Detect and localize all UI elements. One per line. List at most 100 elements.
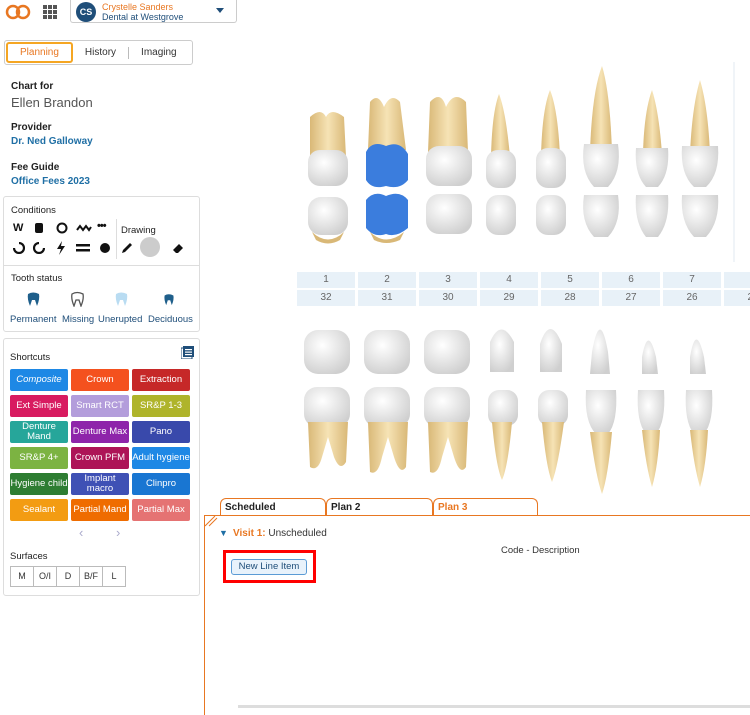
tooth-status-deciduous[interactable]: Deciduous	[148, 314, 193, 325]
shortcut-crown-pfm[interactable]: Crown PFM	[71, 447, 129, 469]
shortcut-smart-rct[interactable]: Smart RCT	[71, 395, 129, 417]
shortcut-denture-mand[interactable]: Denture Mand	[10, 421, 68, 443]
new-line-item-button[interactable]: New Line Item	[231, 559, 307, 575]
tooth-number-31[interactable]: 31	[358, 290, 416, 306]
tooth-4[interactable]	[486, 94, 516, 235]
apps-grid-icon[interactable]	[43, 5, 57, 19]
shortcut-adult-hygiene[interactable]: Adult hygiene	[132, 447, 190, 469]
shortcut-sr-p-4-[interactable]: SR&P 4+	[10, 447, 68, 469]
tooth-2[interactable]	[366, 98, 408, 243]
double-line-icon[interactable]	[76, 244, 90, 252]
tooth-27[interactable]	[585, 329, 617, 495]
tooth-number-30[interactable]: 30	[419, 290, 477, 306]
tooth-31[interactable]	[364, 330, 410, 473]
rotate-cw-icon[interactable]	[33, 242, 45, 254]
tooth-number-25[interactable]: 25	[724, 290, 750, 306]
shortcut-sr-p-1-3[interactable]: SR&P 1-3	[132, 395, 190, 417]
tooth-7[interactable]	[635, 90, 669, 237]
user-switcher[interactable]: CS Crystelle Sanders Dental at Westgrove	[70, 0, 237, 23]
tooth-number-32[interactable]: 32	[297, 290, 355, 306]
list-icon[interactable]	[181, 346, 194, 359]
tab-history[interactable]: History	[73, 41, 128, 64]
shortcut-denture-max[interactable]: Denture Max	[71, 421, 129, 443]
tab-planning[interactable]: Planning	[6, 42, 73, 63]
tooth-status-missing[interactable]: Missing	[62, 314, 94, 325]
surface-l[interactable]: L	[102, 566, 126, 587]
tooth-number-1[interactable]: 1	[297, 272, 355, 288]
color-picker[interactable]	[140, 237, 160, 257]
tooth-number-8[interactable]: 8	[724, 272, 750, 288]
shortcut-prev-icon[interactable]: ‹	[79, 525, 83, 540]
tab-scheduled[interactable]: Scheduled	[220, 498, 326, 516]
tooth-1[interactable]	[308, 112, 348, 244]
tooth-number-3[interactable]: 3	[419, 272, 477, 288]
deciduous-tooth-icon[interactable]	[163, 293, 175, 306]
visit-row[interactable]: ▼ Visit 1: Unscheduled	[219, 528, 327, 539]
tooth-3[interactable]	[426, 97, 472, 234]
conditions-panel: Conditions W ••• Drawing Tooth status Pe…	[3, 196, 200, 332]
chevron-down-icon[interactable]	[216, 8, 224, 13]
pencil-icon[interactable]	[121, 242, 133, 254]
tab-imaging[interactable]: Imaging	[129, 41, 189, 64]
tooth-number-27[interactable]: 27	[602, 290, 660, 306]
user-org: Dental at Westgrove	[102, 12, 184, 22]
unerupted-tooth-icon[interactable]	[114, 291, 129, 307]
tooth-25[interactable]	[685, 339, 713, 488]
chevron-down-icon[interactable]: ▼	[219, 528, 228, 538]
shortcut-crown[interactable]: Crown	[71, 369, 129, 391]
shortcut-sealant[interactable]: Sealant	[10, 499, 68, 521]
tooth-29[interactable]	[488, 329, 518, 481]
tooth-outline-icon[interactable]	[33, 222, 45, 234]
tooth-32[interactable]	[304, 330, 350, 469]
app-logo-icon[interactable]	[5, 3, 31, 21]
shortcut-next-icon[interactable]: ›	[116, 525, 120, 540]
fee-guide-link[interactable]: Office Fees 2023	[11, 176, 90, 187]
tooth-number-26[interactable]: 26	[663, 290, 721, 306]
tooth-number-6[interactable]: 6	[602, 272, 660, 288]
tooth-number-29[interactable]: 29	[480, 290, 538, 306]
wavy-line-icon[interactable]	[76, 224, 92, 232]
provider-section: Provider Dr. Ned Galloway	[11, 122, 93, 147]
lightning-icon[interactable]	[56, 241, 66, 255]
tooth-status-title: Tooth status	[11, 273, 63, 284]
dotted-line-icon[interactable]: •••	[97, 220, 107, 232]
shortcut-implant-macro[interactable]: Implant macro	[71, 473, 129, 495]
surface-oi[interactable]: O/I	[33, 566, 57, 587]
circle-icon[interactable]	[56, 222, 68, 234]
surface-bf[interactable]: B/F	[79, 566, 103, 587]
surface-m[interactable]: M	[10, 566, 34, 587]
tab-plan-2[interactable]: Plan 2	[326, 498, 433, 516]
shortcut-hygiene-child[interactable]: Hygiene child	[10, 473, 68, 495]
shortcut-clinpro[interactable]: Clinpro	[132, 473, 190, 495]
shortcut-partial-max[interactable]: Partial Max	[132, 499, 190, 521]
shortcut-pano[interactable]: Pano	[132, 421, 190, 443]
shortcut-ext-simple[interactable]: Ext Simple	[10, 395, 68, 417]
tooth-status-permanent[interactable]: Permanent	[10, 314, 56, 325]
tooth-26[interactable]	[637, 340, 665, 488]
tooth-number-2[interactable]: 2	[358, 272, 416, 288]
filled-circle-icon[interactable]	[99, 242, 111, 254]
rotate-icon[interactable]	[13, 242, 25, 254]
tooth-number-28[interactable]: 28	[541, 290, 599, 306]
shortcut-extraction[interactable]: Extraction	[132, 369, 190, 391]
tooth-number-4[interactable]: 4	[480, 272, 538, 288]
tab-plan-3[interactable]: Plan 3	[433, 498, 538, 516]
eraser-icon[interactable]	[172, 243, 184, 254]
chart-for-section: Chart for Ellen Brandon	[11, 81, 93, 110]
permanent-tooth-icon[interactable]	[26, 291, 41, 307]
tooth-number-5[interactable]: 5	[541, 272, 599, 288]
watch-icon[interactable]: W	[13, 222, 23, 234]
tooth-number-7[interactable]: 7	[663, 272, 721, 288]
shortcut-composite[interactable]: Composite	[10, 369, 68, 391]
provider-link[interactable]: Dr. Ned Galloway	[11, 136, 93, 147]
resize-handle-icon[interactable]	[205, 516, 219, 528]
tooth-5[interactable]	[536, 90, 566, 235]
tooth-6[interactable]	[583, 66, 619, 237]
missing-tooth-icon[interactable]	[70, 291, 85, 307]
surface-d[interactable]: D	[56, 566, 80, 587]
tooth-28[interactable]	[538, 329, 568, 482]
tooth-8[interactable]	[681, 80, 719, 237]
shortcut-partial-mand[interactable]: Partial Mand	[71, 499, 129, 521]
tooth-status-unerupted[interactable]: Unerupted	[98, 314, 142, 325]
tooth-30[interactable]	[424, 330, 470, 473]
